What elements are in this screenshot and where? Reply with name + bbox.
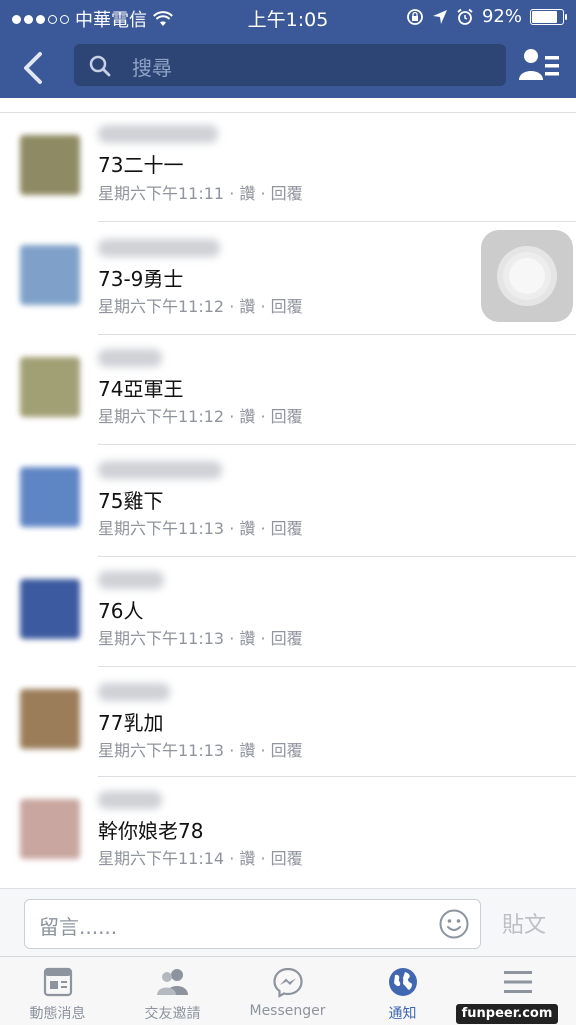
top-bar: 中華電信 上午1:05 92% 搜尋	[0, 0, 576, 98]
comment-time: 星期六下午11:12	[98, 297, 225, 316]
assistive-touch-button[interactable]	[481, 230, 573, 322]
reply-link[interactable]: 回覆	[271, 629, 303, 648]
comment-input[interactable]: 留言......	[24, 899, 481, 949]
back-arrow-icon	[24, 52, 42, 84]
friends-list-button[interactable]	[518, 46, 562, 84]
friend-requests-icon	[156, 969, 188, 995]
menu-icon	[503, 971, 532, 993]
avatar[interactable]	[20, 357, 80, 417]
search-bar[interactable]: 搜尋	[74, 44, 506, 86]
comment-time: 星期六下午11:13	[98, 519, 225, 538]
status-bar: 中華電信 上午1:05 92%	[0, 0, 576, 34]
location-icon	[432, 9, 447, 24]
tab-label: Messenger	[249, 1003, 326, 1019]
comment-meta: 星期六下午11:13 · 讚 · 回覆	[98, 741, 303, 760]
comment-item: 74亞軍王 星期六下午11:12 · 讚 · 回覆	[0, 335, 576, 445]
comment-text: 73二十一	[98, 153, 184, 177]
tab-friend-requests[interactable]: 交友邀請	[115, 957, 230, 1025]
commenter-name-blurred[interactable]	[98, 349, 162, 367]
friends-list-icon	[519, 49, 559, 80]
divider	[98, 221, 576, 222]
comment-text: 77乳加	[98, 711, 164, 735]
like-link[interactable]: 讚	[239, 407, 255, 426]
news-feed-icon	[43, 967, 72, 997]
comment-time: 星期六下午11:11	[98, 184, 225, 203]
commenter-name-blurred[interactable]	[98, 571, 164, 589]
watermark: funpeer.com	[456, 1004, 558, 1024]
tab-label: 動態消息	[29, 1006, 86, 1022]
avatar[interactable]	[20, 467, 80, 527]
search-placeholder: 搜尋	[132, 56, 172, 80]
comment-meta: 星期六下午11:13 · 讚 · 回覆	[98, 519, 303, 538]
comment-composer: 留言...... 貼文	[0, 888, 576, 957]
globe-icon	[388, 968, 417, 996]
comment-placeholder: 留言......	[39, 915, 118, 939]
comment-meta: 星期六下午11:12 · 讚 · 回覆	[98, 407, 303, 426]
comment-text: 76人	[98, 599, 144, 623]
post-button[interactable]: 貼文	[502, 907, 546, 939]
emoji-icon[interactable]	[438, 908, 470, 940]
avatar[interactable]	[20, 689, 80, 749]
tab-news-feed[interactable]: 動態消息	[0, 957, 115, 1025]
tab-label: 交友邀請	[144, 1006, 201, 1022]
like-link[interactable]: 讚	[239, 741, 255, 760]
avatar[interactable]	[20, 245, 80, 305]
like-link[interactable]: 讚	[239, 184, 255, 203]
commenter-name-blurred[interactable]	[98, 791, 162, 809]
avatar[interactable]	[20, 135, 80, 195]
reply-link[interactable]: 回覆	[271, 407, 303, 426]
commenter-name-blurred[interactable]	[98, 125, 218, 143]
comment-meta: 星期六下午11:12 · 讚 · 回覆	[98, 297, 303, 316]
tab-notifications[interactable]: 通知	[345, 957, 460, 1025]
commenter-name-blurred[interactable]	[98, 239, 220, 257]
comment-time: 星期六下午11:14	[98, 849, 225, 868]
comment-list[interactable]: 73二十一 星期六下午11:11 · 讚 · 回覆 73-9勇士 星期六下午11…	[0, 98, 576, 888]
reply-link[interactable]: 回覆	[271, 297, 303, 316]
like-link[interactable]: 讚	[239, 297, 255, 316]
battery-percent: 92%	[481, 6, 522, 27]
comment-time: 星期六下午11:12	[98, 407, 225, 426]
commenter-name-blurred[interactable]	[98, 683, 170, 701]
like-link[interactable]: 讚	[239, 519, 255, 538]
comment-text: 73-9勇士	[98, 267, 184, 291]
comment-item: 76人 星期六下午11:13 · 讚 · 回覆	[0, 557, 576, 667]
comment-time: 星期六下午11:13	[98, 629, 225, 648]
like-link[interactable]: 讚	[239, 849, 255, 868]
comment-meta: 星期六下午11:14 · 讚 · 回覆	[98, 849, 303, 868]
comment-item: 73二十一 星期六下午11:11 · 讚 · 回覆	[0, 113, 576, 223]
comment-meta: 星期六下午11:13 · 讚 · 回覆	[98, 629, 303, 648]
reply-link[interactable]: 回覆	[271, 741, 303, 760]
comment-meta: 星期六下午11:11 · 讚 · 回覆	[98, 184, 303, 203]
like-link[interactable]: 讚	[239, 629, 255, 648]
reply-link[interactable]: 回覆	[271, 519, 303, 538]
messenger-icon	[272, 967, 303, 998]
battery-icon	[530, 8, 567, 25]
avatar[interactable]	[20, 799, 80, 859]
alarm-icon	[457, 8, 473, 25]
comment-item: 幹你娘老78 星期六下午11:14 · 讚 · 回覆	[0, 777, 576, 887]
comment-text: 74亞軍王	[98, 377, 184, 401]
reply-link[interactable]: 回覆	[271, 849, 303, 868]
comment-text: 75雞下	[98, 489, 164, 513]
tab-label: 通知	[388, 1006, 417, 1022]
search-icon	[89, 55, 111, 77]
commenter-name-blurred[interactable]	[98, 461, 222, 479]
comment-item: 77乳加 星期六下午11:13 · 讚 · 回覆	[0, 667, 576, 777]
comment-text: 幹你娘老78	[98, 819, 204, 843]
back-button[interactable]	[14, 46, 58, 90]
avatar[interactable]	[20, 579, 80, 639]
reply-link[interactable]: 回覆	[271, 184, 303, 203]
tab-messenger[interactable]: Messenger	[230, 957, 345, 1025]
comment-item: 75雞下 星期六下午11:13 · 讚 · 回覆	[0, 445, 576, 557]
comment-time: 星期六下午11:13	[98, 741, 225, 760]
rotation-lock-icon	[407, 8, 423, 25]
